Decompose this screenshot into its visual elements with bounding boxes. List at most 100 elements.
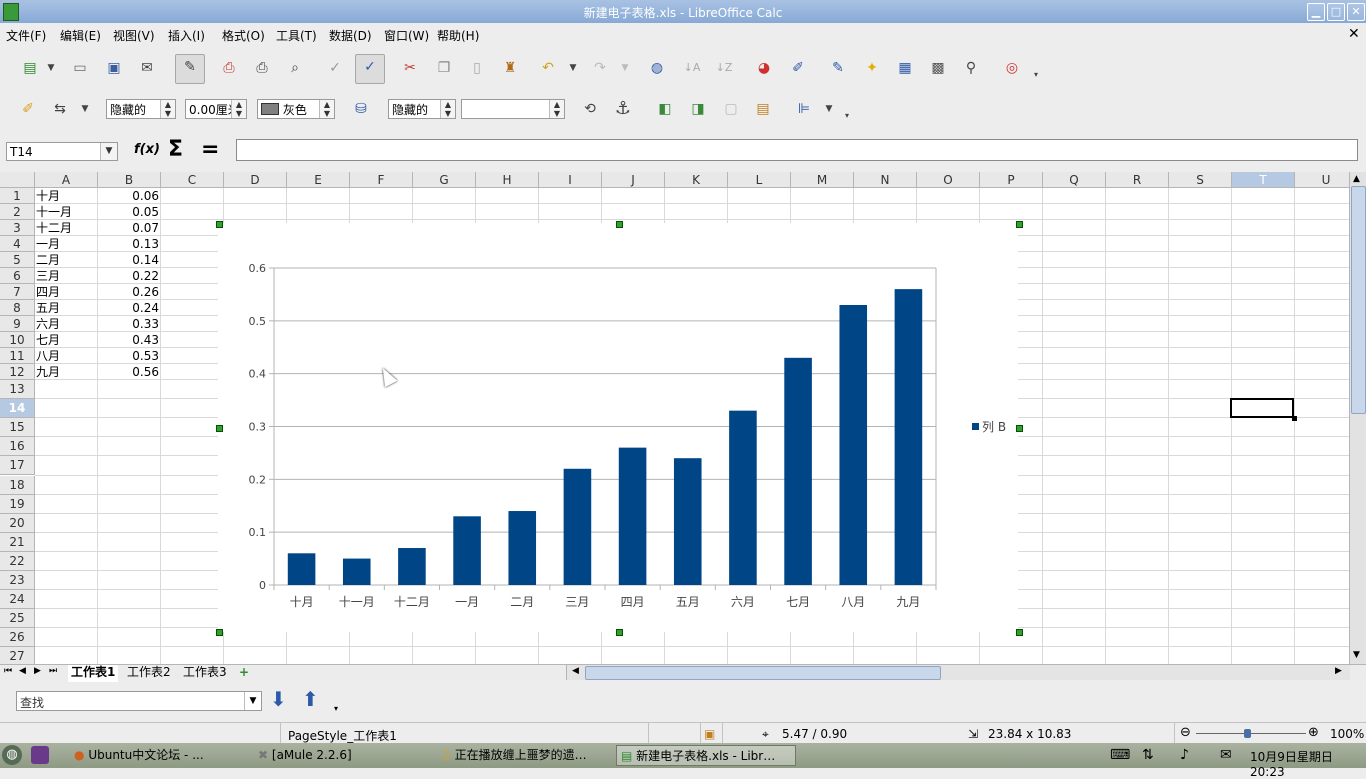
row-header-10[interactable]: 10 bbox=[0, 332, 35, 348]
column-header-q[interactable]: Q bbox=[1043, 172, 1106, 188]
find-replace-icon[interactable]: ⚲ bbox=[959, 56, 983, 80]
function-wizard-button[interactable]: f(x) bbox=[134, 142, 160, 157]
vertical-scrollbar[interactable]: ▲ ▼ bbox=[1349, 172, 1366, 664]
page-style[interactable]: PageStyle_工作表1 bbox=[288, 727, 397, 744]
vertical-scroll-thumb[interactable] bbox=[1351, 186, 1366, 414]
edit-mode-icon[interactable]: ✎ bbox=[175, 54, 205, 84]
column-header-u[interactable]: U bbox=[1295, 172, 1349, 188]
menu-data[interactable]: 数据(D) bbox=[329, 27, 372, 44]
name-box[interactable]: T14 ▼ bbox=[6, 142, 118, 161]
close-window-button[interactable]: ✕ bbox=[1347, 3, 1365, 21]
paste-icon[interactable]: ▯ bbox=[465, 56, 489, 80]
network-icon[interactable]: ⇅ bbox=[1142, 747, 1154, 763]
column-header-o[interactable]: O bbox=[917, 172, 980, 188]
cell-a2[interactable]: 十一月 bbox=[36, 204, 72, 220]
row-header-20[interactable]: 20 bbox=[0, 513, 35, 533]
volume-icon[interactable]: ♪ bbox=[1180, 747, 1189, 763]
arrow-style-icon[interactable]: ⇆ bbox=[48, 97, 72, 121]
column-header-g[interactable]: G bbox=[413, 172, 476, 188]
cell-b9[interactable]: 0.33 bbox=[98, 316, 159, 332]
rotate-icon[interactable]: ⟲ bbox=[578, 97, 602, 121]
row-header-11[interactable]: 11 bbox=[0, 348, 35, 364]
row-header-13[interactable]: 13 bbox=[0, 380, 35, 400]
cell-b10[interactable]: 0.43 bbox=[98, 332, 159, 348]
horizontal-scrollbar[interactable]: ◀ ▶ bbox=[566, 665, 1350, 680]
scroll-up-icon[interactable]: ▲ bbox=[1353, 174, 1360, 184]
print-icon[interactable]: ⎙ bbox=[250, 56, 274, 80]
insert-chart-icon[interactable]: ◕ bbox=[752, 56, 776, 80]
app-launcher-icon[interactable] bbox=[31, 746, 49, 764]
row-header-14[interactable]: 14 bbox=[0, 399, 35, 419]
spellcheck-icon[interactable]: ✓ bbox=[323, 56, 347, 80]
star-shape-icon[interactable]: ✦ bbox=[860, 56, 884, 80]
zoom-out-icon[interactable]: ⊖ bbox=[1180, 725, 1191, 740]
cell-a8[interactable]: 五月 bbox=[36, 300, 60, 316]
row-header-2[interactable]: 2 bbox=[0, 204, 35, 220]
clock[interactable]: 10月9日星期日 20:23 bbox=[1250, 748, 1366, 779]
save-icon[interactable]: ▣ bbox=[102, 56, 126, 80]
menu-help[interactable]: 帮助(H) bbox=[437, 27, 479, 44]
row-header-8[interactable]: 8 bbox=[0, 300, 35, 316]
to-foreground-icon[interactable]: ▤ bbox=[751, 97, 775, 121]
print-preview-icon[interactable]: ⌕ bbox=[283, 56, 307, 80]
document-modified-icon[interactable]: ▣ bbox=[704, 727, 715, 741]
row-header-18[interactable]: 18 bbox=[0, 475, 35, 495]
sheet-tab-3[interactable]: 工作表3 bbox=[180, 665, 230, 680]
active-cell-cursor[interactable] bbox=[1230, 398, 1294, 418]
column-header-f[interactable]: F bbox=[350, 172, 413, 188]
row-header-16[interactable]: 16 bbox=[0, 437, 35, 457]
resize-handle-e[interactable] bbox=[1016, 425, 1023, 432]
sum-button[interactable]: Σ bbox=[168, 137, 183, 162]
close-document-button[interactable]: ✕ bbox=[1348, 26, 1360, 42]
row-header-9[interactable]: 9 bbox=[0, 316, 35, 332]
area-fill-icon[interactable]: ⛁ bbox=[349, 97, 373, 121]
cell-a10[interactable]: 七月 bbox=[36, 332, 60, 348]
scroll-right-icon[interactable]: ▶ bbox=[1335, 666, 1342, 676]
start-menu-icon[interactable]: ◍ bbox=[2, 745, 22, 765]
mail-icon[interactable]: ✉ bbox=[1220, 747, 1232, 763]
arrow-style-dropdown-icon[interactable]: ▼ bbox=[78, 97, 92, 121]
area-fill-select[interactable]: ▲ ▼ bbox=[461, 99, 565, 119]
row-header-25[interactable]: 25 bbox=[0, 609, 35, 629]
column-header-d[interactable]: D bbox=[224, 172, 287, 188]
drawing-toolbar-overflow-icon[interactable]: ▾ bbox=[842, 109, 852, 123]
row-header-15[interactable]: 15 bbox=[0, 418, 35, 438]
line-color-spin-icon[interactable]: ▲ ▼ bbox=[319, 100, 334, 118]
row-header-24[interactable]: 24 bbox=[0, 590, 35, 610]
zoom-slider-knob[interactable] bbox=[1244, 729, 1251, 738]
column-header-e[interactable]: E bbox=[287, 172, 350, 188]
hyperlink-icon[interactable]: ◍ bbox=[645, 56, 669, 80]
cell-a7[interactable]: 四月 bbox=[36, 284, 60, 300]
menu-view[interactable]: 视图(V) bbox=[113, 27, 155, 44]
cell-b4[interactable]: 0.13 bbox=[98, 236, 159, 252]
taskbar-item-amule[interactable]: ✖ [aMule 2.2.6] bbox=[254, 745, 426, 766]
row-header-17[interactable]: 17 bbox=[0, 456, 35, 476]
row-header-3[interactable]: 3 bbox=[0, 220, 35, 236]
prev-sheet-icon[interactable]: ◀ bbox=[19, 666, 26, 676]
sort-descending-icon[interactable]: ↓Z bbox=[712, 56, 736, 80]
column-header-p[interactable]: P bbox=[980, 172, 1043, 188]
column-header-s[interactable]: S bbox=[1169, 172, 1232, 188]
row-header-1[interactable]: 1 bbox=[0, 188, 35, 204]
column-header-a[interactable]: A bbox=[35, 172, 98, 188]
export-pdf-icon[interactable]: ⎙ bbox=[217, 56, 241, 80]
resize-handle-n[interactable] bbox=[616, 221, 623, 228]
bring-to-front-icon[interactable]: ◧ bbox=[653, 97, 677, 121]
sort-ascending-icon[interactable]: ↓A bbox=[680, 56, 704, 80]
cell-b7[interactable]: 0.26 bbox=[98, 284, 159, 300]
sheet-tab-2[interactable]: 工作表2 bbox=[124, 665, 174, 680]
help-icon[interactable]: ◎ bbox=[1000, 56, 1024, 80]
equals-button[interactable]: = bbox=[201, 137, 219, 162]
column-header-j[interactable]: J bbox=[602, 172, 665, 188]
last-sheet-icon[interactable]: ⏭ bbox=[49, 666, 57, 676]
resize-handle-sw[interactable] bbox=[216, 629, 223, 636]
line-tool-icon[interactable]: ✐ bbox=[16, 97, 40, 121]
menu-insert[interactable]: 插入(I) bbox=[168, 27, 205, 44]
column-header-l[interactable]: L bbox=[728, 172, 791, 188]
column-header-r[interactable]: R bbox=[1106, 172, 1169, 188]
row-header-21[interactable]: 21 bbox=[0, 532, 35, 552]
line-style-spin-icon[interactable]: ▲ ▼ bbox=[160, 100, 175, 118]
area-style-spin-icon[interactable]: ▲ ▼ bbox=[440, 100, 455, 118]
column-header-c[interactable]: C bbox=[161, 172, 224, 188]
menu-file[interactable]: 文件(F) bbox=[6, 27, 46, 44]
